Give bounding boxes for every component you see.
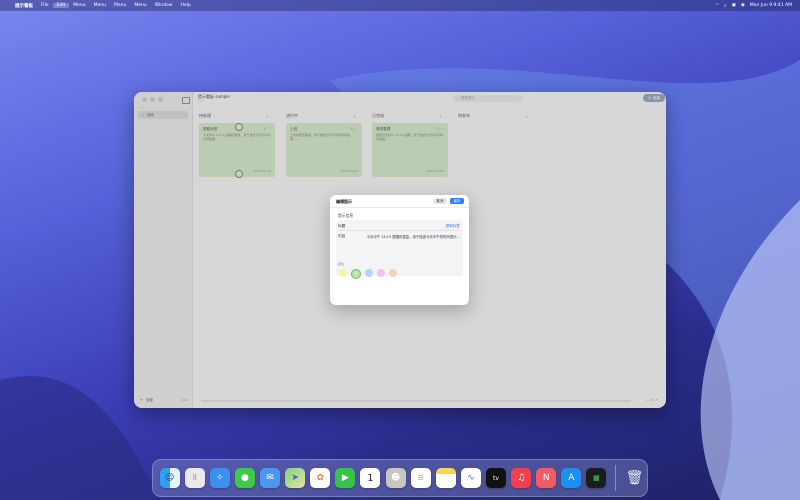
app-menu[interactable]: 提示看板 xyxy=(11,3,37,9)
wifi-icon[interactable]: ◠ xyxy=(715,3,719,8)
color-picker: ✓ xyxy=(339,269,397,279)
reminders-icon[interactable]: ☰ xyxy=(410,468,431,488)
dock-divider xyxy=(614,465,616,491)
tv-icon[interactable]: tv xyxy=(486,468,506,488)
safari-icon[interactable]: ✧ xyxy=(209,468,230,488)
menu-bar: 提示看板 File Edit Menu Menu Menu Menu Windo… xyxy=(0,0,800,11)
calendar-day: 1 xyxy=(367,472,374,484)
siri-icon[interactable]: ◉ xyxy=(741,3,745,8)
color-swatch-yellow[interactable] xyxy=(339,269,347,277)
finder-icon[interactable]: ☺ xyxy=(159,468,180,488)
tv-label: tv xyxy=(493,474,499,482)
messages-icon[interactable]: ● xyxy=(234,468,255,488)
divider xyxy=(330,207,469,208)
menu-4[interactable]: Menu xyxy=(90,3,110,8)
search-icon[interactable]: ⌕ xyxy=(724,3,727,9)
control-center-icon[interactable]: ▣ xyxy=(732,3,736,8)
color-swatch-orange[interactable] xyxy=(389,269,397,277)
calendar-icon[interactable]: 1 xyxy=(360,468,381,488)
title-label: 标题 xyxy=(338,224,346,228)
music-icon[interactable]: ♫ xyxy=(511,468,532,488)
cancel-button[interactable]: 取消 xyxy=(433,198,447,204)
app-store-icon[interactable]: A xyxy=(561,468,582,488)
contacts-icon[interactable]: ☻ xyxy=(385,468,406,488)
menu-window[interactable]: Window xyxy=(151,3,177,8)
menu-help[interactable]: Help xyxy=(176,3,194,8)
facetime-icon[interactable]: ▶ xyxy=(335,468,356,488)
news-icon[interactable]: N xyxy=(536,468,557,488)
color-swatch-blue[interactable] xyxy=(365,269,373,277)
title-field[interactable]: 提取标签 xyxy=(446,224,460,229)
menu-5[interactable]: Menu xyxy=(110,3,130,8)
activity-monitor-icon[interactable]: ▦ xyxy=(586,468,607,488)
maps-icon[interactable]: ➤ xyxy=(285,468,306,488)
color-swatch-pink[interactable] xyxy=(377,269,385,277)
menu-3[interactable]: Menu xyxy=(69,3,89,8)
menu-file[interactable]: File xyxy=(37,3,53,8)
color-label: 颜色 xyxy=(338,262,345,266)
form-panel: 标题 提取标签 内容 今天中午 14:15 提醒的重复。用于描述今天中午的时间提… xyxy=(336,220,463,276)
trash-icon[interactable]: 🗑 xyxy=(625,468,645,488)
menubar-clock[interactable]: Mon Jun 9 9:41 AM xyxy=(750,3,792,8)
launchpad-icon[interactable]: ⠿ xyxy=(184,468,205,488)
freeform-icon[interactable]: ∿ xyxy=(460,468,481,488)
edit-prompt-dialog: 编辑提示 取消 保存 提示信息 标题 提取标签 内容 今天中午 14:15 提醒… xyxy=(330,195,469,305)
color-swatch-green[interactable]: ✓ xyxy=(351,269,361,279)
section-label: 提示信息 xyxy=(338,213,354,218)
dock: ☺ ⠿ ✧ ● ✉ ➤ ✿ ▶ 1 ☻ ☰ ∿ tv ♫ N A ▦ 🗑 xyxy=(152,459,648,497)
photos-icon[interactable]: ✿ xyxy=(310,468,331,488)
divider xyxy=(338,230,459,231)
checkmark-icon: ✓ xyxy=(353,271,359,277)
menu-6[interactable]: Menu xyxy=(130,3,150,8)
content-field[interactable]: 今天中午 14:15 提醒的重复。用于描述今天中午的时间提示… xyxy=(364,234,460,239)
menu-edit[interactable]: Edit xyxy=(52,3,70,8)
content-label: 内容 xyxy=(338,234,346,238)
save-button[interactable]: 保存 xyxy=(450,198,464,204)
mail-icon[interactable]: ✉ xyxy=(260,468,280,488)
dialog-title: 编辑提示 xyxy=(336,199,352,204)
notes-icon[interactable] xyxy=(435,468,456,488)
